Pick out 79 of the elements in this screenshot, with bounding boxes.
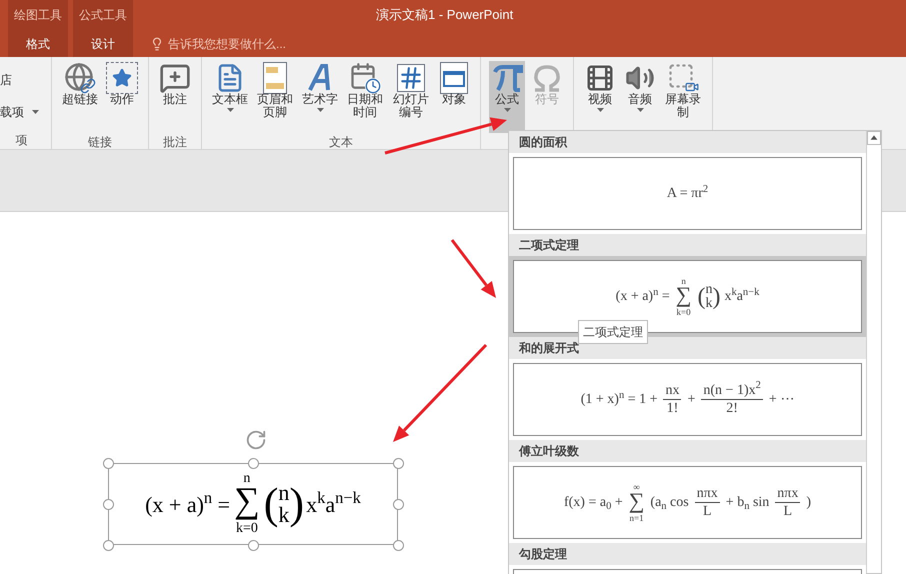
resize-handle[interactable] [103, 458, 114, 469]
caret-icon [636, 108, 644, 112]
math-text: x$^{k}$a$^{n−k}$ [306, 488, 361, 518]
ribbon-tab[interactable]: 设计 [91, 30, 115, 57]
context-group-label: 公式工具 [79, 7, 127, 24]
ribbon-button[interactable]: 日期和时间 [344, 61, 386, 133]
resize-handle[interactable] [103, 540, 114, 551]
resize-handle[interactable] [393, 499, 404, 510]
math-text: + b$_{n}$ sin [726, 494, 770, 513]
page-icon [263, 62, 287, 94]
context-group-label: 绘图工具 [14, 7, 62, 24]
group-label: 文本 [329, 134, 353, 151]
group-label: 项 [16, 132, 28, 149]
calendar-clock-icon [349, 62, 381, 94]
screen-record-icon [667, 62, 699, 94]
ribbon-button[interactable]: 页眉和页脚 [254, 61, 296, 133]
ribbon-button[interactable]: 音频 [622, 61, 658, 133]
arrow [450, 239, 496, 298]
summation: n ∑ k=0 [234, 472, 260, 536]
resize-handle[interactable] [248, 540, 259, 551]
gallery-item[interactable]: A = πr$^{2}$ [509, 153, 866, 234]
caret-icon [504, 108, 510, 112]
math-text: (1 + x)$^{n}$ = 1 + [580, 389, 658, 409]
ribbon-button[interactable]: 动作 [104, 61, 140, 133]
pi-icon [491, 64, 523, 92]
omega-icon [531, 64, 563, 92]
caret-icon [226, 108, 234, 112]
group-label: 链接 [88, 134, 112, 151]
gallery-heading: 和的展开式 [509, 337, 866, 359]
math-text: (a$_{n}$ cos [650, 494, 689, 513]
globe-link-icon [64, 62, 96, 94]
summation: n ∑ k=0 [676, 276, 692, 316]
lightbulb-icon [150, 36, 164, 50]
tooltip: 二项式定理 [578, 320, 648, 344]
ribbon-button[interactable]: 载项 [0, 98, 43, 126]
ribbon-button[interactable]: 屏幕录制 [662, 61, 704, 133]
gallery-heading: 勾股定理 [509, 543, 866, 565]
math-text: (x + a)$^{n}$ = [145, 488, 230, 519]
object-icon [440, 62, 468, 94]
gallery-heading: 傅立叶级数 [509, 440, 866, 462]
ribbon-button[interactable]: 视频 [582, 61, 618, 133]
math-text: + ⋯ [768, 391, 794, 409]
resize-handle[interactable] [393, 458, 404, 469]
fraction: nπx L [694, 484, 720, 520]
ribbon-button[interactable]: 文本框 [210, 61, 250, 133]
resize-handle[interactable] [103, 499, 114, 510]
math-text: x$^{k}$a$^{n−k}$ [724, 286, 760, 306]
ribbon-button[interactable]: 对象 [436, 61, 472, 133]
fraction: nπx L [775, 484, 800, 520]
scrollbar[interactable] [866, 131, 881, 573]
summation: ∞ ∑ n=1 [628, 482, 644, 522]
ribbon-button[interactable]: 店 [0, 66, 43, 94]
ribbon-button[interactable]: 幻灯片编号 [390, 61, 432, 133]
fraction: n(n − 1)x$^{2}$ 2! [701, 382, 763, 418]
ribbon-button[interactable]: 批注 [157, 61, 193, 133]
ribbon-button[interactable]: 艺术字 [300, 61, 340, 133]
comment-icon [159, 62, 191, 94]
resize-handle[interactable] [393, 540, 404, 551]
math-text: ) [806, 494, 812, 512]
film-icon [585, 63, 615, 93]
rotate-handle-icon[interactable] [245, 429, 267, 451]
gallery-heading: 圆的面积 [509, 131, 866, 153]
math-text: (x + a)$^{n}$ = [616, 286, 670, 306]
hash-icon [397, 64, 425, 92]
math-text: f(x) = a$_{0}$ + [564, 494, 623, 513]
ribbon-button[interactable]: 超链接 [60, 61, 100, 133]
caret-icon [316, 108, 324, 112]
gallery-heading: 二项式定理 [509, 234, 866, 256]
ribbon-button[interactable]: 公式 [489, 61, 525, 133]
math-text: + [687, 391, 696, 409]
caret-icon [596, 108, 604, 112]
ribbon-tab[interactable]: 格式 [26, 30, 50, 57]
math-text: A = πr$^{2}$ [666, 183, 708, 203]
resize-handle[interactable] [248, 458, 259, 469]
fraction: nx 1! [663, 382, 682, 418]
caret-icon [32, 110, 39, 114]
scroll-up-icon[interactable] [867, 131, 881, 145]
window-title: 演示文稿1 - PowerPoint [375, 6, 514, 24]
group-label: 批注 [163, 134, 187, 151]
